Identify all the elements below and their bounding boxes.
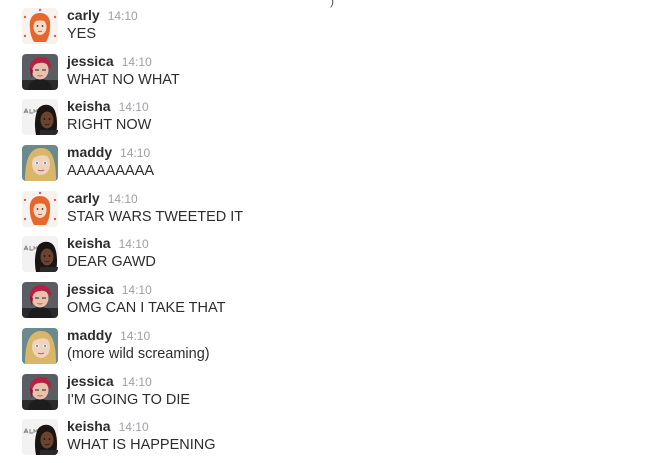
avatar[interactable]: [22, 236, 58, 273]
message-author[interactable]: jessica: [67, 373, 114, 389]
avatar[interactable]: [22, 145, 58, 182]
message-author[interactable]: maddy: [67, 144, 112, 160]
avatar[interactable]: [22, 282, 58, 319]
message-item: keisha 14:10 DEAR GAWD: [22, 234, 650, 280]
message-timestamp[interactable]: 14:10: [122, 55, 152, 69]
message-text: DEAR GAWD: [67, 254, 156, 271]
avatar[interactable]: [22, 53, 58, 90]
message-item: jessica 14:10 OMG CAN I TAKE THAT: [22, 280, 650, 326]
keisha-avatar-icon: [22, 419, 58, 456]
message-timestamp[interactable]: 14:10: [122, 283, 152, 297]
message-timestamp[interactable]: 14:10: [119, 100, 149, 114]
message-timestamp[interactable]: 14:10: [108, 9, 138, 23]
message-text: (more wild screaming): [67, 345, 210, 362]
message-timestamp[interactable]: 14:10: [120, 329, 150, 343]
message-text: RIGHT NOW: [67, 117, 152, 134]
keisha-avatar-icon: [22, 236, 58, 273]
message-timestamp[interactable]: 14:10: [122, 375, 152, 389]
keisha-avatar-icon: [22, 99, 58, 136]
message-author[interactable]: keisha: [67, 98, 111, 114]
message-item: jessica 14:10 WHAT NO WHAT: [22, 52, 650, 98]
message-text: YES: [67, 26, 97, 42]
jessica-avatar-icon: [22, 53, 58, 90]
message-text: STAR WARS TWEETED IT: [67, 208, 244, 225]
message-timestamp[interactable]: 14:10: [119, 420, 149, 434]
message-item: keisha 14:10 RIGHT NOW: [22, 97, 650, 143]
message-item: carly 14:10 YES: [22, 6, 650, 52]
message-item: carly 14:10 STAR WARS TWEETED IT: [22, 189, 650, 235]
jessica-avatar-icon: [22, 282, 58, 319]
avatar[interactable]: [22, 373, 58, 410]
message-timestamp[interactable]: 14:10: [120, 146, 150, 160]
message-author[interactable]: maddy: [67, 327, 112, 343]
avatar[interactable]: [22, 190, 58, 227]
avatar[interactable]: [22, 327, 58, 364]
message-author[interactable]: jessica: [67, 281, 114, 297]
message-item: jessica 14:10 I'M GOING TO DIE: [22, 372, 650, 418]
message-text: WHAT IS HAPPENING: [67, 437, 216, 454]
message-author[interactable]: carly: [67, 190, 100, 206]
message-author[interactable]: keisha: [67, 418, 111, 434]
carly-avatar-icon: [22, 190, 58, 227]
message-text: AAAAAAAAA: [67, 163, 155, 180]
message-item: maddy 14:10 AAAAAAAAA: [22, 143, 650, 189]
message-text: OMG CAN I TAKE THAT: [67, 300, 226, 317]
avatar[interactable]: [22, 8, 58, 44]
message-author[interactable]: jessica: [67, 53, 114, 69]
avatar[interactable]: [22, 419, 58, 456]
message-timestamp[interactable]: 14:10: [108, 192, 138, 206]
message-text: I'M GOING TO DIE: [67, 391, 191, 408]
message-item: maddy 14:10 (more wild screaming): [22, 326, 650, 372]
message-list: carly 14:10 YES jessica 14:10 WHAT NO WHAT…: [22, 6, 650, 463]
message-author[interactable]: keisha: [67, 235, 111, 251]
message-author[interactable]: carly: [67, 7, 100, 23]
maddy-avatar-icon: [22, 145, 58, 182]
message-timestamp[interactable]: 14:10: [119, 237, 149, 251]
avatar[interactable]: [22, 99, 58, 136]
message-item: keisha 14:10 WHAT IS HAPPENING: [22, 417, 650, 463]
message-text: WHAT NO WHAT: [67, 71, 180, 88]
maddy-avatar-icon: [22, 327, 58, 364]
carly-avatar-icon: [22, 8, 58, 44]
jessica-avatar-icon: [22, 373, 58, 410]
